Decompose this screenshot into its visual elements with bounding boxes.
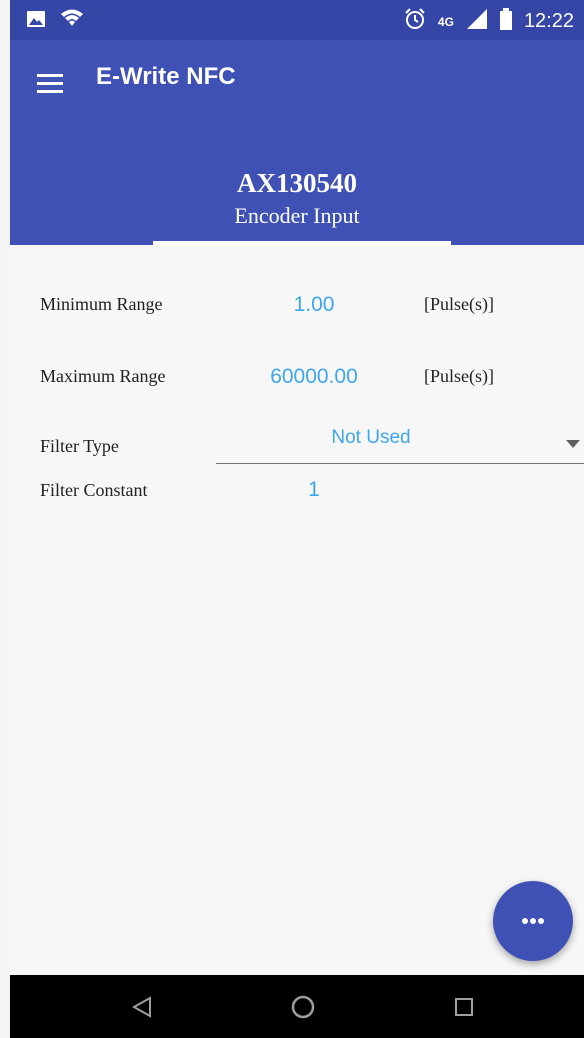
system-nav-bar [10,975,584,1038]
battery-icon [499,8,512,35]
dropdown-arrow-icon [566,435,580,448]
parameter-form: Minimum Range 1.00 [Pulse(s)] Maximum Ra… [10,245,584,975]
menu-icon[interactable] [35,67,67,99]
app-bar: E-Write NFC AX130540 Encoder Input [10,40,584,245]
status-time: 12:22 [523,10,574,32]
status-bar: 4G 12:22 [10,0,584,40]
status-left-icons [26,8,84,35]
network-type: 4G [437,14,454,29]
device-id: AX130540 [237,168,357,198]
filter-type-label: Filter Type [40,436,119,456]
home-icon[interactable] [287,991,319,1023]
wifi-icon [60,8,84,35]
filter-type-value: Not Used [331,427,411,448]
back-icon[interactable] [126,991,158,1023]
page-subtitle: Encoder Input [234,203,360,228]
filter-constant-label: Filter Constant [40,480,148,500]
alarm-icon [404,8,426,35]
minimum-range-label: Minimum Range [40,294,163,314]
minimum-range-unit: [Pulse(s)] [424,294,494,314]
minimum-range-value[interactable]: 1.00 [254,293,374,317]
signal-icon [466,8,488,35]
more-options-button[interactable] [493,881,573,961]
maximum-range-value[interactable]: 60000.00 [254,365,374,389]
maximum-range-label: Maximum Range [40,366,166,386]
filter-type-dropdown[interactable]: Not Used [216,425,584,464]
maximum-range-unit: [Pulse(s)] [424,366,494,386]
recents-icon[interactable] [448,991,480,1023]
more-horiz-icon [521,912,545,930]
status-right-icons: 4G 12:22 [404,8,574,35]
app-title: E-Write NFC [96,63,236,90]
filter-constant-value[interactable]: 1 [294,478,334,502]
image-icon [26,9,46,34]
